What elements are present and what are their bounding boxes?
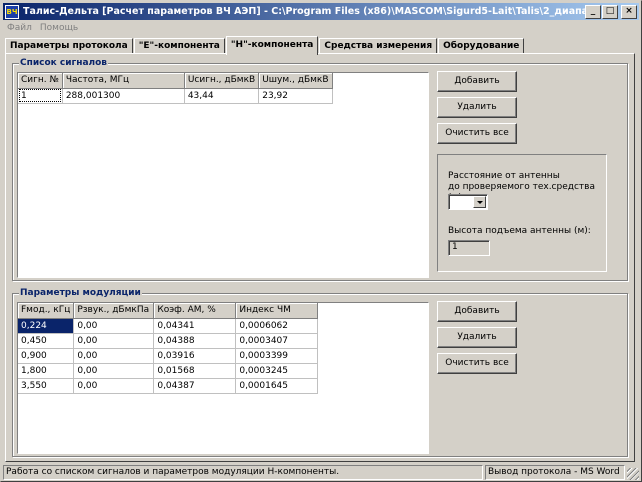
table-row[interactable]: 0,900 0,00 0,03916 0,0003399 bbox=[18, 348, 319, 364]
signals-add-button[interactable]: Добавить bbox=[437, 71, 517, 92]
modulation-cell[interactable]: 0,00 bbox=[73, 378, 155, 394]
antenna-distance-value bbox=[449, 196, 452, 206]
antenna-panel: Расстояние от антенны до проверяемого те… bbox=[437, 154, 607, 272]
resize-grip-icon[interactable] bbox=[627, 468, 639, 480]
table-row[interactable]: 0,450 0,00 0,04388 0,0003407 bbox=[18, 333, 319, 349]
modulation-cell[interactable]: 0,00 bbox=[73, 318, 155, 334]
signal-cell[interactable]: 288,001300 bbox=[62, 88, 185, 104]
modulation-cell[interactable]: 0,01568 bbox=[153, 363, 237, 379]
signals-col-usignal[interactable]: Uсигн., дБмкВ bbox=[184, 73, 260, 89]
table-row[interactable]: 1,800 0,00 0,01568 0,0003245 bbox=[18, 363, 319, 379]
antenna-distance-combo[interactable] bbox=[448, 194, 488, 210]
antenna-height-field: 1 bbox=[448, 240, 490, 256]
modulation-cell[interactable]: 0,450 bbox=[18, 333, 75, 349]
signals-clear-button[interactable]: Очистить все bbox=[437, 123, 517, 144]
modulation-col-fm-index[interactable]: Индекс ЧМ bbox=[235, 303, 319, 319]
signals-col-number[interactable]: Сигн. № bbox=[18, 73, 63, 89]
modulation-add-button[interactable]: Добавить bbox=[437, 301, 517, 322]
status-output-mode: Вывод протокола - MS Word bbox=[485, 465, 625, 480]
tab-strip: Параметры протокола "Е"-компонента "Н"-к… bbox=[5, 36, 525, 55]
tab-equipment[interactable]: Оборудование bbox=[438, 38, 525, 54]
modulation-cell[interactable]: 0,0003407 bbox=[235, 333, 319, 349]
close-button[interactable]: × bbox=[621, 4, 637, 19]
modulation-grid[interactable]: Fмод., кГц Рзвук., дБмкПа Коэф. АМ, % Ин… bbox=[17, 302, 429, 454]
modulation-cell[interactable]: 0,00 bbox=[73, 348, 155, 364]
table-row[interactable]: 1 288,001300 43,44 23,92 bbox=[18, 88, 333, 104]
window-title: Талис-Дельта [Расчет параметров ВЧ АЭП] … bbox=[23, 6, 585, 17]
modulation-cell[interactable]: 0,0003399 bbox=[235, 348, 319, 364]
tab-measurement-tools[interactable]: Средства измерения bbox=[319, 38, 438, 54]
tab-protocol-params[interactable]: Параметры протокола bbox=[5, 38, 133, 54]
modulation-cell[interactable]: 0,04341 bbox=[153, 318, 237, 334]
table-row[interactable]: 0,224 0,00 0,04341 0,0006062 bbox=[18, 318, 319, 334]
modulation-group-title: Параметры модуляции bbox=[19, 287, 142, 299]
menu-help[interactable]: Помощь bbox=[36, 23, 82, 33]
signals-col-unoise[interactable]: Uшум., дБмкВ bbox=[258, 73, 333, 89]
antenna-height-label: Высота подъема антенны (м): bbox=[448, 226, 591, 236]
modulation-cell[interactable]: 0,0001645 bbox=[235, 378, 319, 394]
modulation-col-am-coef[interactable]: Коэф. АМ, % bbox=[153, 303, 237, 319]
modulation-cell[interactable]: 0,900 bbox=[18, 348, 75, 364]
modulation-cell[interactable]: 0,224 bbox=[18, 318, 75, 334]
modulation-cell[interactable]: 0,0003245 bbox=[235, 363, 319, 379]
signal-cell[interactable]: 43,44 bbox=[184, 88, 260, 104]
tab-h-component[interactable]: "Н"-компонента bbox=[225, 36, 319, 55]
modulation-cell[interactable]: 0,00 bbox=[73, 363, 155, 379]
modulation-cell[interactable]: 3,550 bbox=[18, 378, 75, 394]
modulation-group: Параметры модуляции Fмод., кГц Рзвук., д… bbox=[12, 287, 628, 457]
chevron-down-icon[interactable] bbox=[473, 196, 486, 208]
status-message: Работа со списком сигналов и параметров … bbox=[3, 465, 483, 480]
table-row[interactable]: 3,550 0,00 0,04387 0,0001645 bbox=[18, 378, 319, 394]
antenna-distance-label-1: Расстояние от антенны bbox=[448, 171, 560, 181]
signal-cell[interactable]: 23,92 bbox=[258, 88, 333, 104]
signals-delete-button[interactable]: Удалить bbox=[437, 97, 517, 118]
tab-e-component[interactable]: "Е"-компонента bbox=[133, 38, 225, 54]
signals-group-title: Список сигналов bbox=[19, 57, 108, 69]
modulation-cell[interactable]: 0,00 bbox=[73, 333, 155, 349]
modulation-cell[interactable]: 0,0006062 bbox=[235, 318, 319, 334]
modulation-cell[interactable]: 0,04388 bbox=[153, 333, 237, 349]
modulation-clear-button[interactable]: Очистить все bbox=[437, 353, 517, 374]
status-bar: Работа со списком сигналов и параметров … bbox=[3, 465, 639, 481]
tab-panel-h-component: Список сигналов Сигн. № Частота, МГц Uси… bbox=[5, 53, 635, 462]
maximize-button[interactable]: □ bbox=[602, 4, 618, 19]
modulation-col-psound[interactable]: Рзвук., дБмкПа bbox=[73, 303, 155, 319]
signals-group: Список сигналов Сигн. № Частота, МГц Uси… bbox=[12, 57, 628, 281]
menu-file[interactable]: Файл bbox=[3, 23, 36, 33]
modulation-cell[interactable]: 1,800 bbox=[18, 363, 75, 379]
minimize-button[interactable]: _ bbox=[585, 4, 601, 19]
modulation-cell[interactable]: 0,03916 bbox=[153, 348, 237, 364]
signal-cell[interactable]: 1 bbox=[18, 88, 63, 104]
signals-grid[interactable]: Сигн. № Частота, МГц Uсигн., дБмкВ Uшум.… bbox=[17, 72, 429, 278]
main-window: ВЧ Талис-Дельта [Расчет параметров ВЧ АЭ… bbox=[0, 0, 642, 482]
signals-col-frequency[interactable]: Частота, МГц bbox=[62, 73, 185, 89]
modulation-delete-button[interactable]: Удалить bbox=[437, 327, 517, 348]
app-icon[interactable]: ВЧ bbox=[5, 4, 19, 19]
menu-bar: Файл Помощь bbox=[3, 20, 82, 35]
title-bar[interactable]: ВЧ Талис-Дельта [Расчет параметров ВЧ АЭ… bbox=[3, 3, 639, 20]
modulation-cell[interactable]: 0,04387 bbox=[153, 378, 237, 394]
modulation-col-fmod[interactable]: Fмод., кГц bbox=[18, 303, 75, 319]
